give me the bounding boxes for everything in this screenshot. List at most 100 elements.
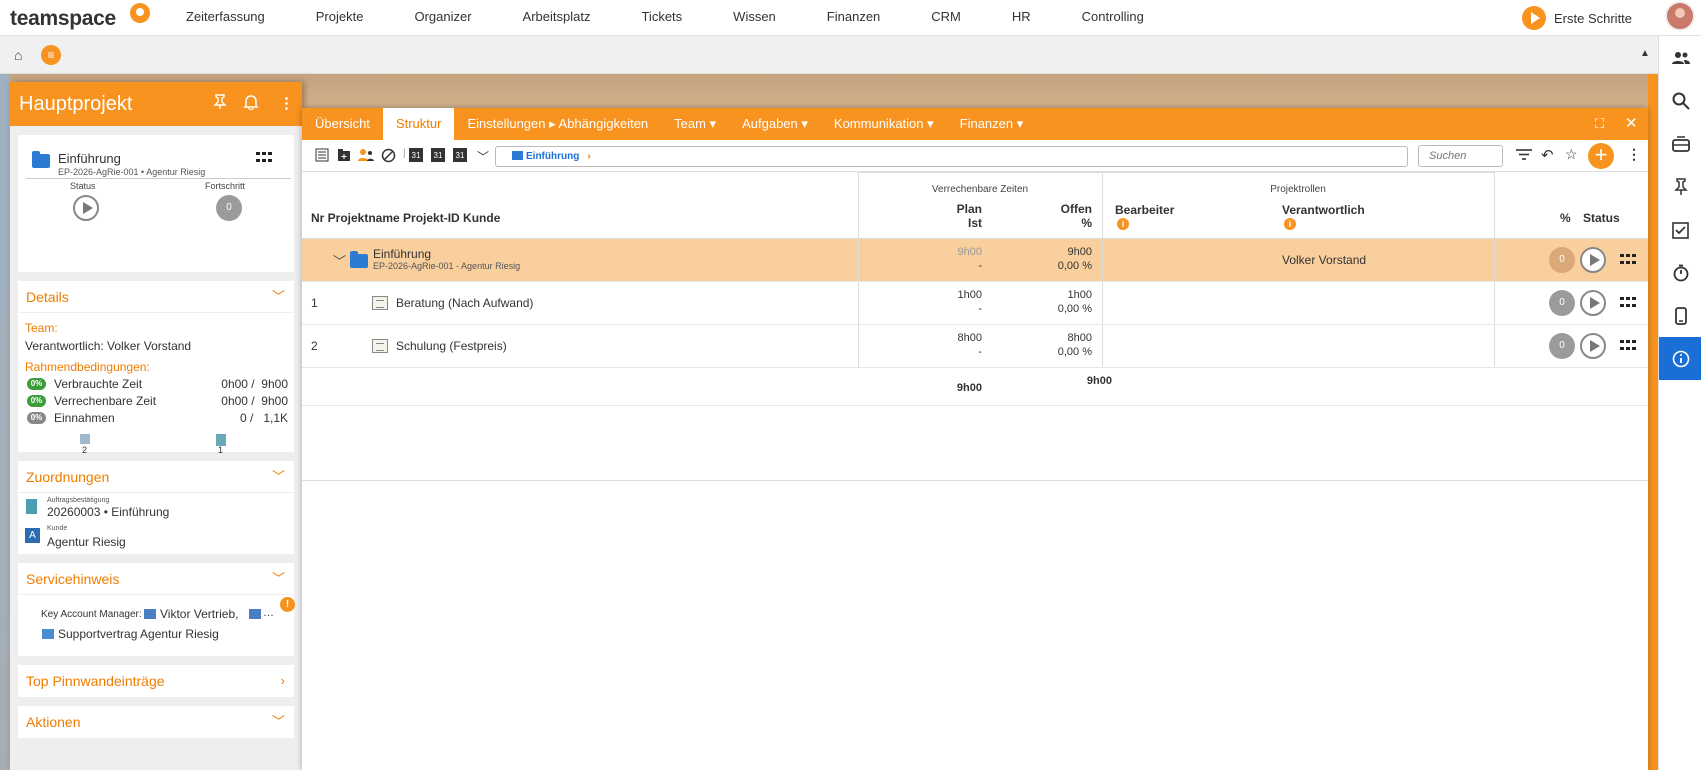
quick-menu-button[interactable]: ≡ [41, 45, 61, 65]
col-pct[interactable]: % [1560, 211, 1571, 225]
breadcrumb[interactable]: Einführung › [495, 146, 1408, 167]
pin-icon[interactable] [213, 94, 227, 114]
row-number: 1 [311, 296, 318, 310]
tab-team[interactable]: Team ▾ [661, 108, 729, 140]
progress-label: Fortschritt [205, 181, 246, 191]
tab-finanzen[interactable]: Finanzen ▾ [947, 108, 1037, 140]
row-name[interactable]: Beratung (Nach Aufwand) [396, 296, 533, 310]
row-name[interactable]: Schulung (Festpreis) [396, 339, 507, 353]
nav-tickets[interactable]: Tickets [641, 0, 682, 36]
nav-projekte[interactable]: Projekte [316, 0, 364, 36]
contract-link[interactable]: Supportvertrag Agentur Riesig [58, 627, 219, 641]
project-name[interactable]: Einführung [58, 151, 121, 166]
col-header-left[interactable]: Nr Projektname Projekt-ID Kunde [311, 211, 500, 225]
inbox-icon[interactable] [1659, 122, 1701, 165]
servicehinweis-header[interactable]: Servicehinweis ﹀ [18, 563, 294, 595]
search-icon[interactable] [1659, 79, 1701, 122]
add-folder-icon[interactable] [337, 148, 351, 165]
status-play-icon[interactable] [1580, 290, 1606, 316]
apps-grid-icon[interactable] [1620, 340, 1636, 352]
status-play-icon[interactable] [1580, 333, 1606, 359]
pin-icon[interactable] [1659, 165, 1701, 208]
checklist-icon[interactable] [1659, 208, 1701, 251]
team-add-icon[interactable] [358, 148, 374, 165]
status-play-icon[interactable] [1580, 247, 1606, 273]
percent-badge: 0% [27, 395, 46, 407]
nav-crm[interactable]: CRM [931, 0, 961, 36]
task-icon [372, 339, 388, 353]
stopwatch-icon[interactable] [1659, 251, 1701, 294]
search-input[interactable] [1418, 145, 1503, 167]
status-label: Status [70, 181, 96, 191]
nav-organizer[interactable]: Organizer [414, 0, 471, 36]
chevron-down-icon[interactable]: ﹀ [333, 251, 346, 270]
calendar-icon[interactable]: 31 [453, 148, 467, 162]
col-bearbeiter[interactable]: Bearbeiter [1115, 203, 1174, 217]
progress-badge: 0 [1549, 247, 1575, 273]
zuordnungen-header[interactable]: Zuordnungen ﹀ [18, 461, 294, 493]
tab-kommunikation[interactable]: Kommunikation ▾ [821, 108, 947, 140]
apps-grid-icon[interactable] [1620, 254, 1636, 266]
nav-arbeitsplatz[interactable]: Arbeitsplatz [523, 0, 591, 36]
info-icon[interactable]: i [1284, 218, 1296, 230]
nav-zeiterfassung[interactable]: Zeiterfassung [186, 0, 265, 36]
users-icon[interactable] [1659, 36, 1701, 79]
filter-icon[interactable] [1516, 148, 1532, 164]
mobile-icon[interactable] [1659, 294, 1701, 337]
details-header[interactable]: Details ﹀ [18, 281, 294, 313]
calendar-icon[interactable]: 31 [409, 148, 423, 162]
row-name[interactable]: Einführung [373, 247, 431, 261]
nav-hr[interactable]: HR [1012, 0, 1031, 36]
kam-value[interactable]: Viktor Vertrieb, [160, 607, 238, 621]
home-icon[interactable]: ⌂ [14, 47, 22, 63]
app-logo[interactable]: teamspace [10, 7, 116, 31]
alert-icon[interactable]: ! [280, 597, 295, 612]
col-ist[interactable]: Ist [902, 216, 982, 230]
nav-finanzen[interactable]: Finanzen [827, 0, 880, 36]
bell-icon[interactable] [243, 94, 259, 114]
col-offen[interactable]: Offen [1022, 202, 1092, 216]
disabled-circle-icon[interactable] [381, 148, 396, 166]
aktionen-header[interactable]: Aktionen ﹀ [18, 706, 294, 738]
row-offen-pct: 0,00 % [1057, 303, 1092, 315]
more-vertical-icon[interactable]: ⋮ [1627, 146, 1641, 163]
row-responsible[interactable]: Volker Vorstand [1282, 253, 1366, 267]
add-button[interactable]: + [1588, 143, 1614, 169]
chevron-down-icon[interactable]: ﹀ [477, 148, 489, 165]
list-icon[interactable] [315, 148, 329, 165]
pinnwand-header[interactable]: Top Pinnwandeinträge › [18, 665, 294, 697]
info-icon[interactable] [1659, 337, 1701, 380]
table-row[interactable]: ﹀ Einführung EP-2026-AgRie-001 - Agentur… [302, 239, 1648, 282]
user-avatar[interactable] [1665, 1, 1695, 31]
tab-bar: Übersicht Struktur Einstellungen ▸ Abhän… [302, 108, 1648, 140]
apps-grid-icon[interactable] [1620, 297, 1636, 309]
progress-badge: 0 [216, 195, 242, 221]
table-row[interactable]: 2 Schulung (Festpreis) 8h00 - 8h00 0,00 … [302, 325, 1648, 368]
order-value[interactable]: 20260003 • Einführung [47, 505, 169, 519]
calendar-icon[interactable]: 31 [431, 148, 445, 162]
col-verantwortlich[interactable]: Verantwortlich [1282, 203, 1365, 217]
collapse-caret-icon[interactable]: ▲ [1640, 48, 1650, 59]
undo-icon[interactable]: ↶ [1541, 146, 1554, 164]
maximize-icon[interactable]: ⛶ [1595, 116, 1604, 132]
apps-grid-icon[interactable] [256, 152, 272, 164]
status-play-icon[interactable] [73, 195, 99, 221]
tab-aufgaben[interactable]: Aufgaben ▾ [729, 108, 821, 140]
close-icon[interactable]: ✕ [1625, 114, 1638, 132]
erste-schritte-button[interactable]: Erste Schritte [1522, 6, 1632, 30]
toolbar-separator: | [403, 148, 406, 159]
more-vertical-icon[interactable]: ⋮ [279, 94, 294, 112]
tab-struktur[interactable]: Struktur [382, 108, 455, 140]
customer-value[interactable]: Agentur Riesig [47, 535, 126, 549]
nav-wissen[interactable]: Wissen [733, 0, 776, 36]
info-icon[interactable]: i [1117, 218, 1129, 230]
tab-uebersicht[interactable]: Übersicht [302, 108, 383, 140]
col-status[interactable]: Status [1583, 211, 1620, 225]
tab-einstellungen[interactable]: Einstellungen ▸ Abhängigkeiten [454, 108, 661, 140]
star-icon[interactable]: ☆ [1565, 146, 1578, 163]
nav-controlling[interactable]: Controlling [1082, 0, 1144, 36]
breadcrumb-item[interactable]: Einführung [526, 151, 579, 162]
col-plan[interactable]: Plan [902, 202, 982, 216]
totals-row: 9h00 9h00 [302, 368, 1648, 406]
table-row[interactable]: 1 Beratung (Nach Aufwand) 1h00 - 1h00 0,… [302, 282, 1648, 325]
